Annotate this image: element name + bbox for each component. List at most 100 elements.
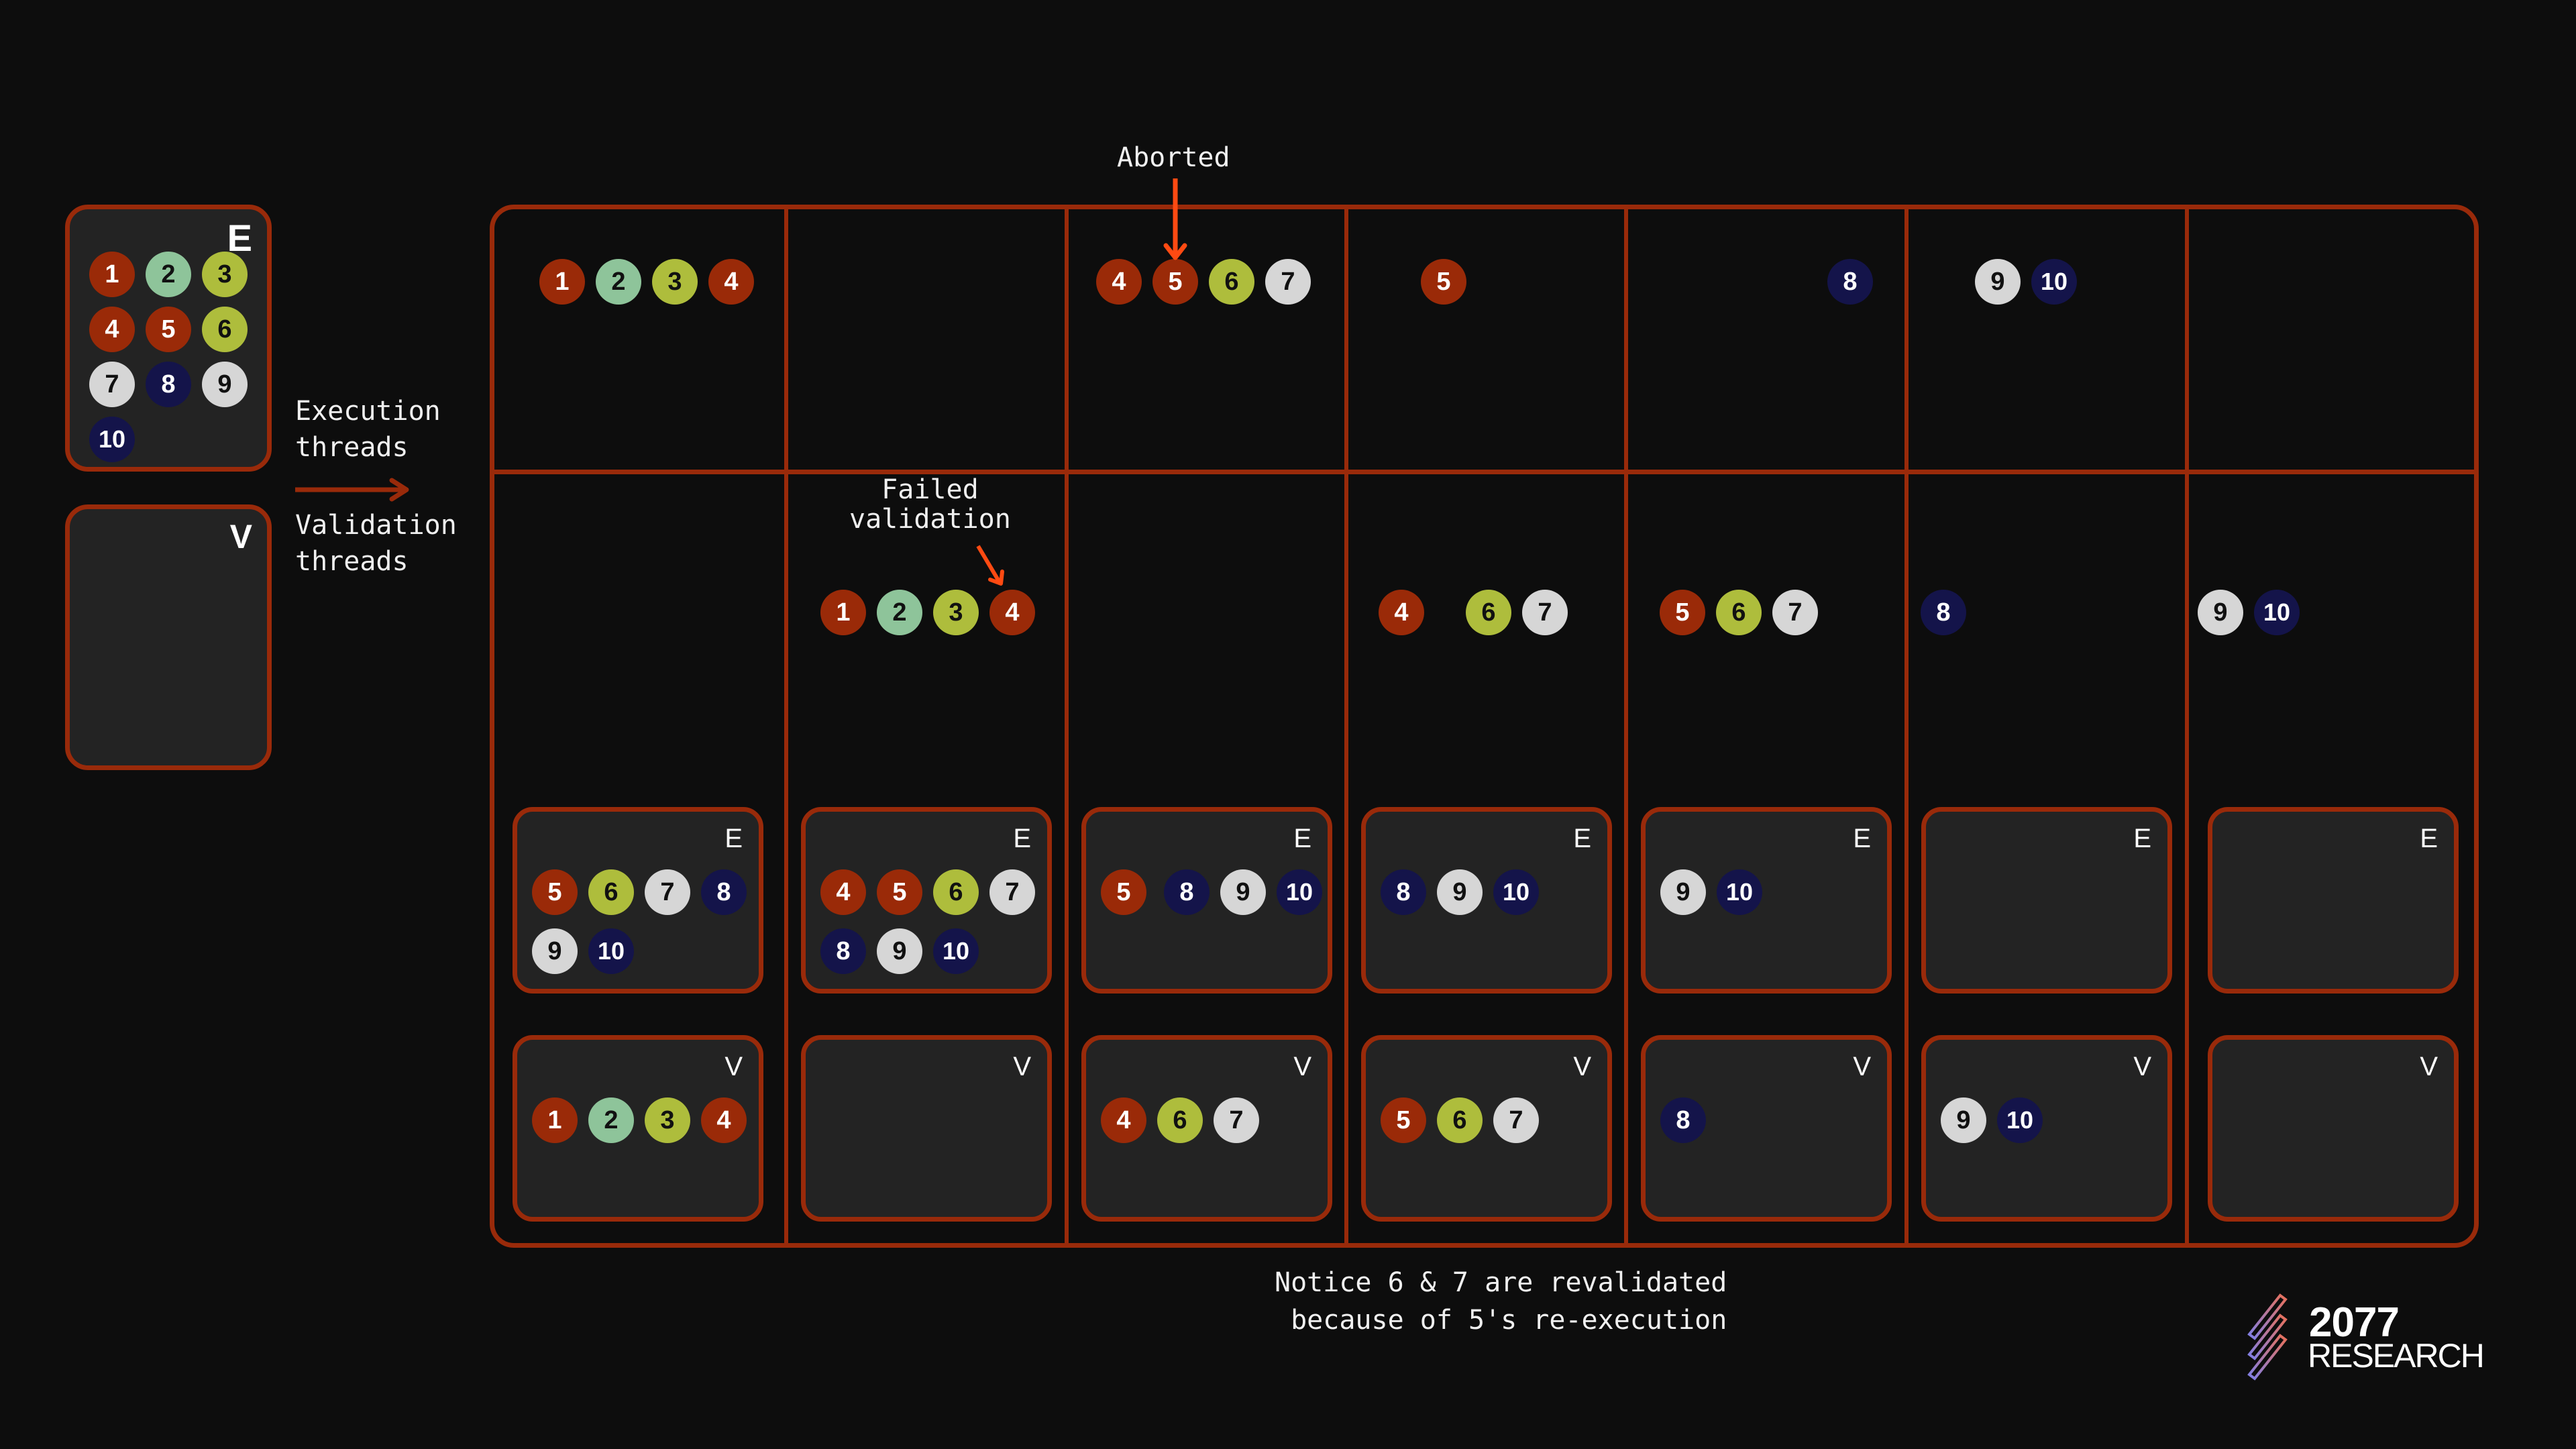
- transaction-ball-1: 1: [532, 1097, 578, 1143]
- execution-tag: E: [2420, 824, 2438, 853]
- transaction-ball-3: 3: [933, 590, 979, 635]
- execution-tag: E: [1853, 824, 1871, 853]
- transaction-ball-5: 5: [146, 307, 191, 352]
- validation-tag: V: [1853, 1052, 1871, 1081]
- transaction-ball-4: 4: [1101, 1097, 1146, 1143]
- execution-tag: E: [1013, 824, 1031, 853]
- transaction-ball-5: 5: [1381, 1097, 1426, 1143]
- transaction-ball-7: 7: [645, 869, 690, 915]
- transaction-ball-2: 2: [877, 590, 922, 635]
- column-divider: [1344, 207, 1348, 1246]
- validation-tag: V: [724, 1052, 743, 1081]
- transaction-ball-8: 8: [1827, 259, 1873, 305]
- transaction-ball-3: 3: [645, 1097, 690, 1143]
- legend-validation-panel: V: [65, 504, 272, 770]
- transaction-ball-10: 10: [933, 928, 979, 974]
- transaction-ball-6: 6: [1209, 259, 1254, 305]
- column-divider: [1904, 207, 1909, 1246]
- aborted-label: Aborted: [1117, 142, 1230, 173]
- transaction-ball-8: 8: [820, 928, 866, 974]
- transaction-ball-4: 4: [1379, 590, 1424, 635]
- execution-pool-panel: E 8 9 10: [1361, 807, 1612, 994]
- validation-pool-panel: V 467: [1081, 1035, 1332, 1222]
- column-divider: [1065, 207, 1069, 1246]
- transaction-ball-9: 9: [1220, 869, 1266, 915]
- execution-threads-label: Execution threads: [295, 396, 441, 463]
- execution-pool-panel: E 5 6 7 8 9 10: [513, 807, 763, 994]
- transaction-ball-9: 9: [877, 928, 922, 974]
- execution-tag: E: [2133, 824, 2151, 853]
- transaction-ball-7: 7: [1214, 1097, 1259, 1143]
- transaction-ball-9: 9: [1941, 1097, 1986, 1143]
- transaction-ball-6: 6: [1716, 590, 1762, 635]
- validation-tag: V: [229, 518, 252, 555]
- transaction-ball-8: 8: [1660, 1097, 1706, 1143]
- execution-pool-panel: E: [1921, 807, 2172, 994]
- transaction-ball-10: 10: [1277, 869, 1322, 915]
- transaction-ball-8: 8: [1381, 869, 1426, 915]
- execution-tag: E: [1293, 824, 1311, 853]
- transaction-ball-7: 7: [1265, 259, 1311, 305]
- validation-pool-panel: V: [801, 1035, 1052, 1222]
- aborted-arrow-icon: [1163, 178, 1187, 260]
- validation-pool-panel: V 9 10: [1921, 1035, 2172, 1222]
- transaction-ball-10: 10: [588, 928, 634, 974]
- column-divider: [1624, 207, 1628, 1246]
- validation-pool-panel: V8: [1641, 1035, 1892, 1222]
- transaction-ball-8: 8: [701, 869, 747, 915]
- transaction-ball-3: 3: [652, 259, 698, 305]
- transaction-ball-10: 10: [1717, 869, 1762, 915]
- transaction-ball-2: 2: [588, 1097, 634, 1143]
- column-divider: [2185, 207, 2189, 1246]
- validation-pool-panel: V: [2208, 1035, 2459, 1222]
- transaction-ball-10: 10: [1493, 869, 1539, 915]
- transaction-ball-5: 5: [1660, 590, 1705, 635]
- legend-arrow-icon: [295, 478, 409, 502]
- execution-pool-panel: E 4 5 6 7 8 9 10: [801, 807, 1052, 994]
- validation-pool-panel: V 567: [1361, 1035, 1612, 1222]
- transaction-ball-6: 6: [202, 307, 248, 352]
- transaction-ball-6: 6: [933, 869, 979, 915]
- transaction-ball-5: 5: [1421, 259, 1466, 305]
- failed-validation-label: Failed validation: [849, 474, 1011, 535]
- transaction-ball-10: 10: [2031, 259, 2077, 305]
- transaction-ball-7: 7: [989, 869, 1035, 915]
- transaction-ball-5: 5: [532, 869, 578, 915]
- transaction-ball-7: 7: [1522, 590, 1568, 635]
- validation-threads-label: Validation threads: [295, 510, 457, 577]
- validation-pool-panel: V 1234: [513, 1035, 763, 1222]
- validation-tag: V: [1293, 1052, 1311, 1081]
- transaction-ball-9: 9: [1437, 869, 1483, 915]
- transaction-ball-9: 9: [532, 928, 578, 974]
- transaction-ball-6: 6: [1437, 1097, 1483, 1143]
- transaction-ball-3: 3: [202, 252, 248, 297]
- transaction-ball-7: 7: [1772, 590, 1818, 635]
- execution-tag: E: [724, 824, 743, 853]
- transaction-ball-9: 9: [202, 362, 248, 407]
- row-divider: [492, 470, 2477, 474]
- transaction-ball-10: 10: [1997, 1097, 2043, 1143]
- transaction-ball-9: 9: [1660, 869, 1706, 915]
- transaction-ball-2: 2: [146, 252, 191, 297]
- transaction-ball-5: 5: [1152, 259, 1198, 305]
- transaction-ball-1: 1: [89, 252, 135, 297]
- transaction-ball-6: 6: [1157, 1097, 1203, 1143]
- transaction-ball-4: 4: [1096, 259, 1142, 305]
- failed-validation-arrow-icon: [976, 545, 1004, 586]
- transaction-ball-4: 4: [989, 590, 1035, 635]
- validation-tag: V: [1013, 1052, 1031, 1081]
- transaction-ball-4: 4: [89, 307, 135, 352]
- logo-mark-icon: [2247, 1293, 2288, 1381]
- legend-execution-panel: E 1 2 3 4 5 6 7 8 9 10: [65, 205, 272, 472]
- logo-text-research: RESEARCH: [2308, 1337, 2485, 1375]
- transaction-ball-7: 7: [89, 362, 135, 407]
- validation-tag: V: [2133, 1052, 2151, 1081]
- transaction-ball-6: 6: [1466, 590, 1511, 635]
- transaction-ball-2: 2: [596, 259, 641, 305]
- transaction-ball-8: 8: [146, 362, 191, 407]
- validation-tag: V: [2420, 1052, 2438, 1081]
- execution-pool-panel: E 5 8 9 10: [1081, 807, 1332, 994]
- execution-pool-panel: E 9 10: [1641, 807, 1892, 994]
- transaction-ball-4: 4: [820, 869, 866, 915]
- footer-note: Notice 6 & 7 are revalidated because of …: [1275, 1267, 1727, 1336]
